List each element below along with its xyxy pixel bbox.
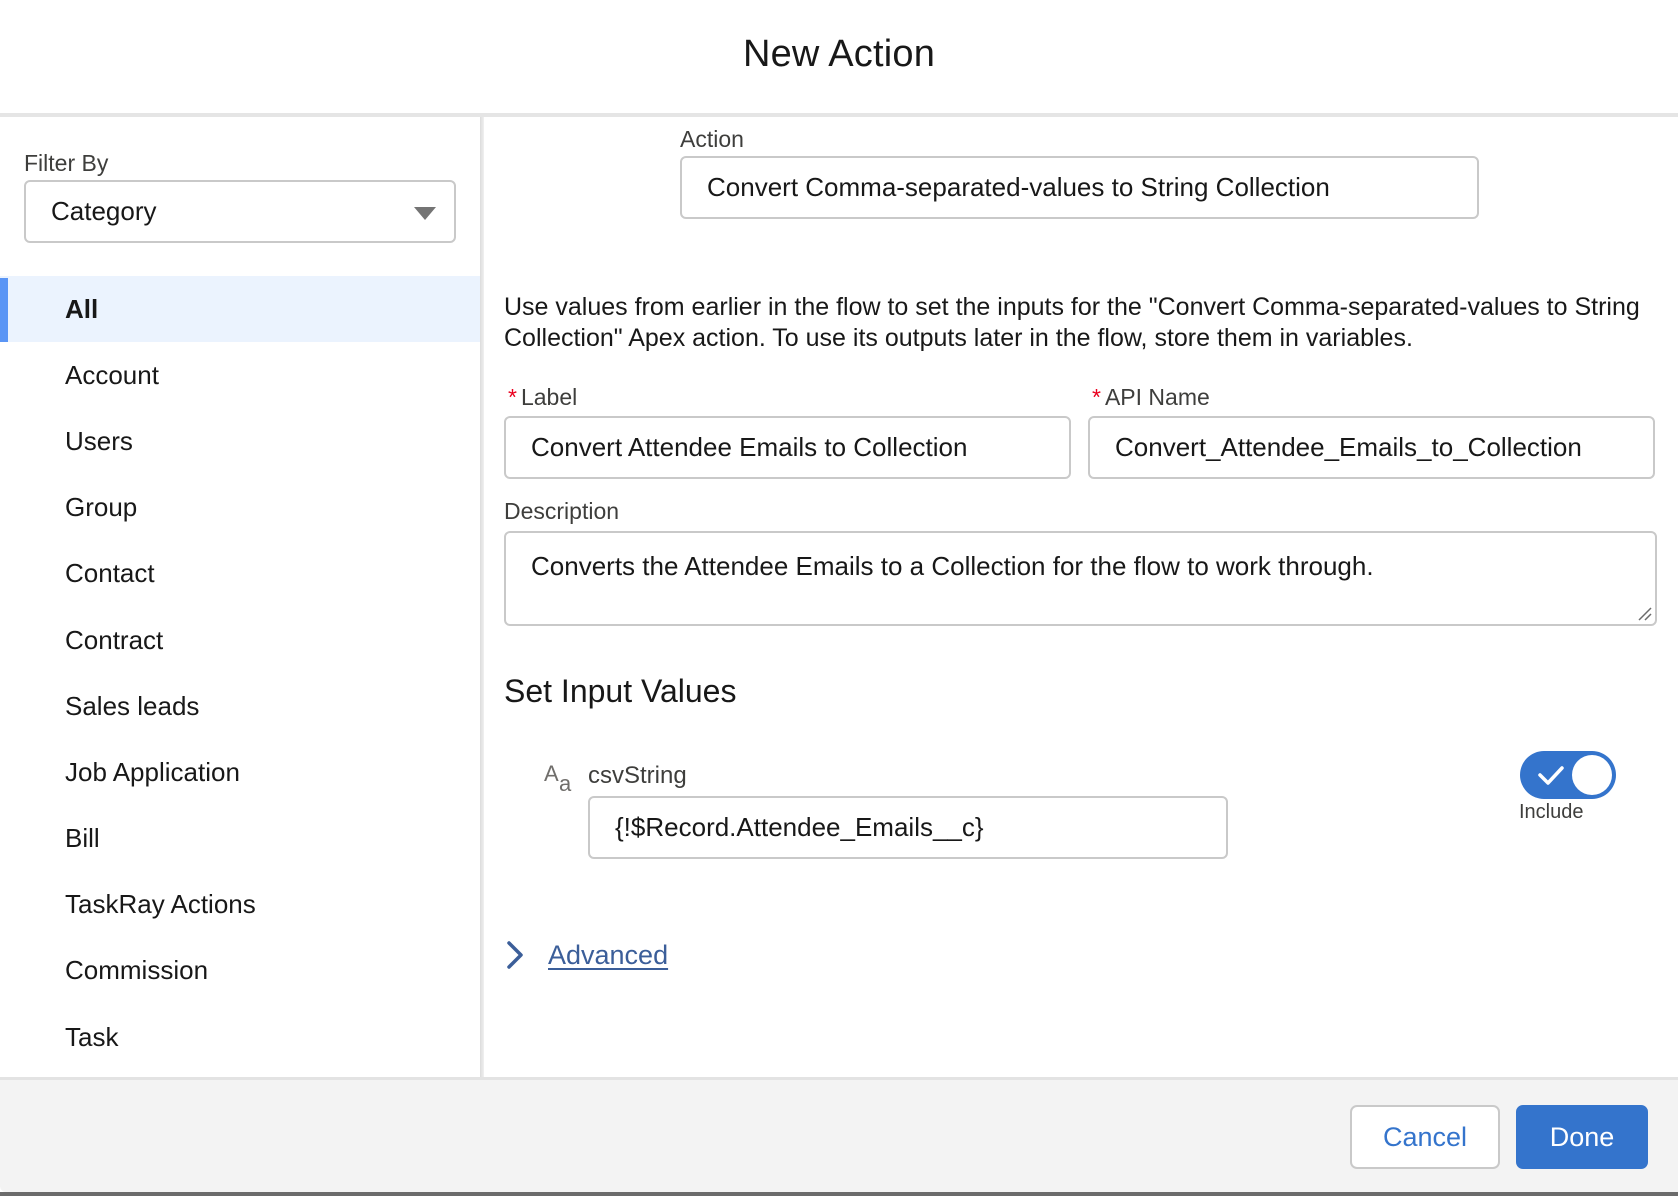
description-text: Converts the Attendee Emails to a Collec… <box>531 551 1374 581</box>
modal-body: Filter By Category All Account Users Gro… <box>0 117 1678 1077</box>
description-textarea[interactable]: Converts the Attendee Emails to a Collec… <box>504 531 1657 626</box>
modal-header: New Action <box>0 0 1678 113</box>
category-item-task[interactable]: Task <box>0 1004 480 1070</box>
caret-down-icon <box>414 207 436 220</box>
text-type-icon: A a <box>544 761 574 796</box>
toggle-knob <box>1572 755 1612 795</box>
action-label: Action <box>680 126 744 152</box>
set-input-values-title: Set Input Values <box>504 673 737 709</box>
category-sidebar: Filter By Category All Account Users Gro… <box>0 117 480 1077</box>
filter-by-select[interactable]: Category <box>24 180 456 243</box>
category-item-contract[interactable]: Contract <box>0 607 480 673</box>
action-config-panel: Action Convert Comma-separated-values to… <box>484 117 1678 1077</box>
csvstring-param-label: csvString <box>588 762 687 789</box>
new-action-modal: New Action Filter By Category All Accoun… <box>0 0 1678 1196</box>
done-button[interactable]: Done <box>1516 1105 1648 1169</box>
csvstring-input[interactable]: {!$Record.Attendee_Emails__c} <box>588 796 1228 859</box>
instructions-text: Use values from earlier in the flow to s… <box>504 293 1640 352</box>
category-list: All Account Users Group Contact Contract… <box>0 276 480 1070</box>
api-name-field-label: * API Name <box>1092 384 1210 411</box>
category-item-all[interactable]: All <box>0 276 480 343</box>
category-item-sales-leads[interactable]: Sales leads <box>0 673 480 739</box>
category-item-account[interactable]: Account <box>0 342 480 408</box>
advanced-section-toggle[interactable]: Advanced <box>504 939 668 971</box>
category-item-group[interactable]: Group <box>0 475 480 541</box>
label-field-label: * Label <box>508 384 577 411</box>
modal-footer: Cancel Done <box>0 1080 1678 1192</box>
include-toggle[interactable] <box>1520 751 1616 799</box>
category-item-users[interactable]: Users <box>0 408 480 474</box>
required-indicator: * <box>1092 384 1101 410</box>
category-item-job-application[interactable]: Job Application <box>0 739 480 805</box>
include-label: Include <box>1519 801 1584 823</box>
category-item-bill[interactable]: Bill <box>0 806 480 872</box>
action-input[interactable]: Convert Comma-separated-values to String… <box>680 156 1479 219</box>
modal-title: New Action <box>742 33 936 75</box>
required-indicator: * <box>508 384 517 410</box>
api-name-input[interactable]: Convert_Attendee_Emails_to_Collection <box>1088 416 1655 479</box>
label-input[interactable]: Convert Attendee Emails to Collection <box>504 416 1071 479</box>
resize-grip-icon[interactable] <box>1636 605 1652 621</box>
api-name-field-label-text: API Name <box>1104 384 1210 410</box>
text-type-icon-glyph-upper: A <box>544 761 559 786</box>
text-type-icon-glyph-lower: a <box>559 771 572 796</box>
cancel-button[interactable]: Cancel <box>1350 1105 1500 1169</box>
check-icon <box>1538 766 1564 785</box>
filter-by-label: Filter By <box>24 150 109 176</box>
category-item-contact[interactable]: Contact <box>0 541 480 607</box>
advanced-link[interactable]: Advanced <box>548 940 668 971</box>
filter-by-value: Category <box>51 196 157 226</box>
description-field-label: Description <box>504 498 620 524</box>
window-bottom-edge <box>0 1192 1678 1196</box>
category-item-commission[interactable]: Commission <box>0 938 480 1004</box>
chevron-right-icon <box>507 941 523 969</box>
category-item-taskray-actions[interactable]: TaskRay Actions <box>0 872 480 938</box>
label-field-label-text: Label <box>520 384 578 410</box>
